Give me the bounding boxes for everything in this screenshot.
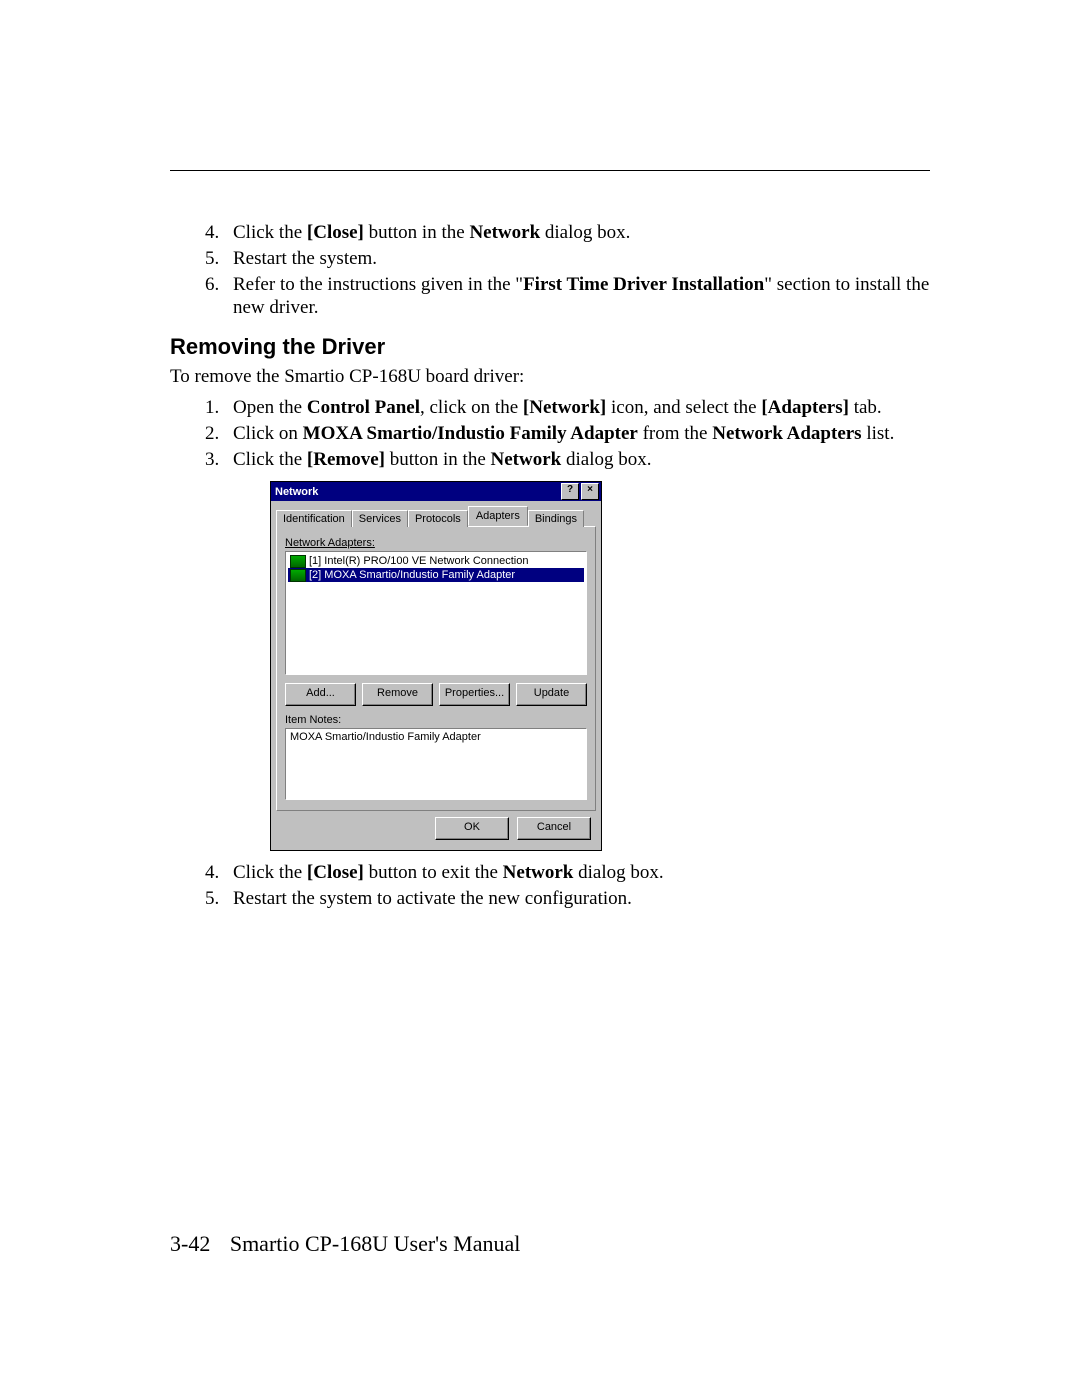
nic-icon <box>290 555 306 568</box>
page-number: 3-42 <box>170 1231 210 1256</box>
adapters-label-text: Network Adapters: <box>285 537 375 549</box>
adapters-listbox[interactable]: [1] Intel(R) PRO/100 VE Network Connecti… <box>285 551 587 675</box>
network-dialog: Network ? × Identification Services Prot… <box>270 481 602 851</box>
list-text: Open the Control Panel, click on the [Ne… <box>233 396 930 420</box>
header-rule <box>170 170 930 171</box>
manual-page: 4.Click the [Close] button in the Networ… <box>0 0 1080 1397</box>
list-number: 3. <box>205 448 233 472</box>
list-item: 1.Open the Control Panel, click on the [… <box>205 396 930 420</box>
item-notes-box: MOXA Smartio/Industio Family Adapter <box>285 728 587 800</box>
page-footer: 3-42 Smartio CP-168U User's Manual <box>170 1231 520 1257</box>
add-button[interactable]: Add... <box>285 683 356 706</box>
list-item: 5.Restart the system. <box>205 247 930 271</box>
item-notes-label: Item Notes: <box>285 714 587 726</box>
list-number: 4. <box>205 861 233 885</box>
tab-services[interactable]: Services <box>352 510 408 527</box>
tab-protocols[interactable]: Protocols <box>408 510 468 527</box>
tab-adapters[interactable]: Adapters <box>468 506 528 526</box>
tab-bindings[interactable]: Bindings <box>528 510 584 527</box>
list-text: Click the [Close] button in the Network … <box>233 221 930 245</box>
tab-identification[interactable]: Identification <box>276 510 352 527</box>
list-number: 4. <box>205 221 233 245</box>
dialog-title: Network <box>275 486 561 498</box>
button-row: Add... Remove Properties... Update <box>285 683 587 706</box>
steps-bottom: 4.Click the [Close] button to exit the N… <box>205 861 930 911</box>
list-number: 2. <box>205 422 233 446</box>
adapter-item[interactable]: [1] Intel(R) PRO/100 VE Network Connecti… <box>288 554 584 568</box>
list-text: Click the [Close] button to exit the Net… <box>233 861 930 885</box>
titlebar: Network ? × <box>271 482 601 501</box>
ok-button[interactable]: OK <box>435 817 509 840</box>
list-item: 3.Click the [Remove] button in the Netwo… <box>205 448 930 472</box>
tab-strip: Identification Services Protocols Adapte… <box>276 506 596 526</box>
adapter-text: [2] MOXA Smartio/Industio Family Adapter <box>309 568 515 582</box>
steps-top: 4.Click the [Close] button in the Networ… <box>205 221 930 320</box>
help-icon[interactable]: ? <box>561 483 579 500</box>
list-item: 4.Click the [Close] button in the Networ… <box>205 221 930 245</box>
tab-panel: Network Adapters: [1] Intel(R) PRO/100 V… <box>276 526 596 811</box>
remove-button[interactable]: Remove <box>362 683 433 706</box>
list-text: Click on MOXA Smartio/Industio Family Ad… <box>233 422 930 446</box>
adapters-label: Network Adapters: <box>285 537 587 549</box>
update-button[interactable]: Update <box>516 683 587 706</box>
dialog-bottom-buttons: OK Cancel <box>271 817 601 850</box>
adapter-text: [1] Intel(R) PRO/100 VE Network Connecti… <box>309 554 528 568</box>
list-item: 4.Click the [Close] button to exit the N… <box>205 861 930 885</box>
adapter-item-selected[interactable]: [2] MOXA Smartio/Industio Family Adapter <box>288 568 584 582</box>
cancel-button[interactable]: Cancel <box>517 817 591 840</box>
list-number: 5. <box>205 247 233 271</box>
list-number: 1. <box>205 396 233 420</box>
list-text: Restart the system. <box>233 247 930 271</box>
section-heading: Removing the Driver <box>170 334 930 360</box>
manual-title: Smartio CP-168U User's Manual <box>230 1231 521 1256</box>
properties-button[interactable]: Properties... <box>439 683 510 706</box>
steps-mid: 1.Open the Control Panel, click on the [… <box>205 396 930 471</box>
intro-text: To remove the Smartio CP-168U board driv… <box>170 366 930 388</box>
list-text: Refer to the instructions given in the "… <box>233 273 930 321</box>
nic-icon <box>290 569 306 582</box>
list-text: Click the [Remove] button in the Network… <box>233 448 930 472</box>
list-text: Restart the system to activate the new c… <box>233 887 930 911</box>
list-number: 5. <box>205 887 233 911</box>
list-item: 6.Refer to the instructions given in the… <box>205 273 930 321</box>
list-item: 2.Click on MOXA Smartio/Industio Family … <box>205 422 930 446</box>
list-item: 5.Restart the system to activate the new… <box>205 887 930 911</box>
close-icon[interactable]: × <box>581 483 599 500</box>
list-number: 6. <box>205 273 233 321</box>
